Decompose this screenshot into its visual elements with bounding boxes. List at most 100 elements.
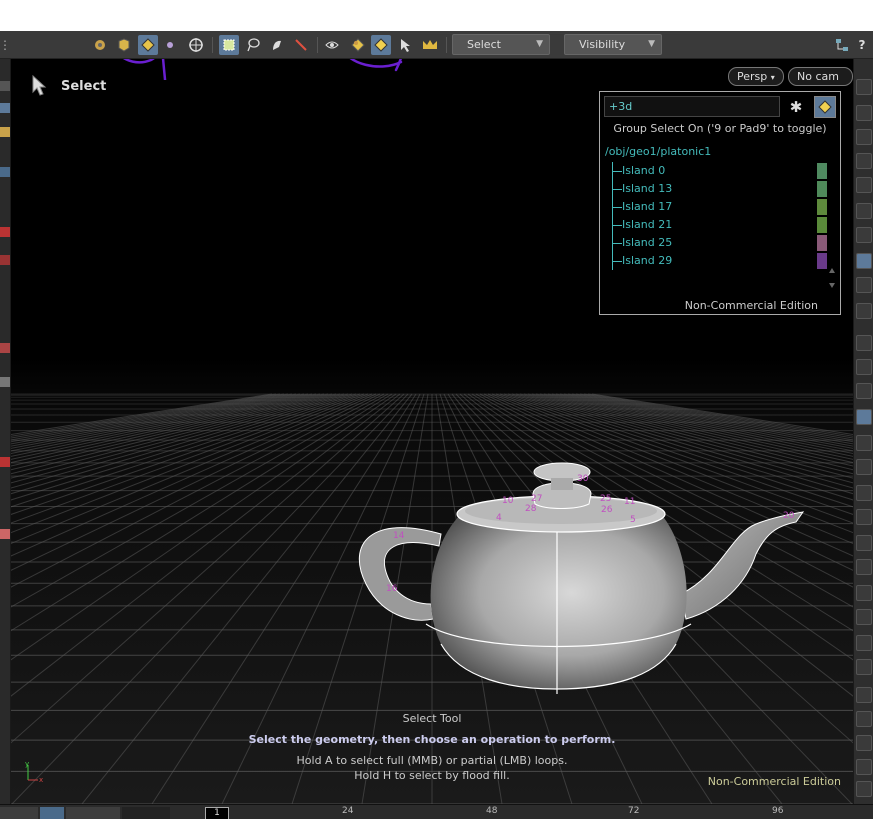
display-option-icon[interactable]: [856, 177, 872, 193]
island-number-label: 27: [531, 494, 542, 504]
island-label: Island 25: [622, 236, 673, 249]
display-option-icon[interactable]: [856, 635, 872, 651]
island-color-swatch: [817, 163, 827, 179]
right-display-strip: [853, 59, 873, 804]
display-option-icon[interactable]: [856, 383, 872, 399]
chevron-down-icon: ▼: [648, 39, 655, 49]
left-tool-icon[interactable]: [0, 255, 10, 265]
display-option-icon[interactable]: [856, 409, 872, 425]
camera-menu[interactable]: No cam ▾: [788, 67, 853, 99]
left-tool-icon[interactable]: [0, 343, 10, 353]
camera-view-menu[interactable]: Persp ▾: [728, 67, 784, 86]
display-option-icon[interactable]: [856, 711, 872, 727]
laser-select-icon[interactable]: [291, 35, 311, 55]
point-select-icon[interactable]: [160, 35, 180, 55]
display-option-icon[interactable]: [856, 735, 872, 751]
display-option-icon[interactable]: [856, 687, 872, 703]
crown-icon[interactable]: [420, 35, 440, 55]
visible-only-icon[interactable]: [322, 35, 342, 55]
display-option-icon[interactable]: [856, 253, 872, 269]
island-label: Island 21: [622, 218, 673, 231]
display-option-icon[interactable]: [856, 459, 872, 475]
display-option-icon[interactable]: [856, 79, 872, 95]
lasso-select-icon[interactable]: [243, 35, 263, 55]
display-option-icon[interactable]: [856, 105, 872, 121]
drag-handle-icon[interactable]: ⋮: [0, 35, 11, 55]
axes-indicator-icon: y x: [25, 760, 43, 783]
display-option-icon[interactable]: [856, 585, 872, 601]
timeline-button[interactable]: [66, 807, 120, 819]
top-toolbar: ⋮ Select ▼ Visibility ▼ ?: [0, 31, 873, 59]
visibility-dropdown[interactable]: Visibility ▼: [564, 34, 662, 55]
island-number-label: 26: [601, 505, 613, 515]
hint-title: Select Tool: [402, 712, 462, 725]
group-select-icon[interactable]: [371, 35, 391, 55]
left-tool-icon[interactable]: [0, 167, 10, 177]
left-tool-icon[interactable]: [0, 529, 10, 539]
box-select-icon[interactable]: [219, 35, 239, 55]
left-tool-icon[interactable]: [0, 377, 10, 387]
timeline-bar[interactable]: 1 24 48 72 96: [0, 804, 873, 819]
island-row[interactable]: Island 17: [612, 198, 838, 216]
island-color-swatch: [817, 217, 827, 233]
timeline-button[interactable]: [40, 807, 64, 819]
island-row[interactable]: Island 29: [612, 252, 838, 270]
left-tool-icon[interactable]: [0, 227, 10, 237]
island-number-label: 25: [600, 494, 611, 504]
display-option-icon[interactable]: [856, 559, 872, 575]
hierarchy-icon[interactable]: [832, 35, 852, 55]
timeline-button[interactable]: [122, 807, 170, 819]
group-type-button[interactable]: [814, 96, 836, 118]
display-option-icon[interactable]: [856, 485, 872, 501]
display-option-icon[interactable]: [856, 277, 872, 293]
display-option-icon[interactable]: [856, 609, 872, 625]
group-select-panel: +3d ✱ Group Select On ('9 or Pad9' to to…: [599, 91, 841, 315]
island-row[interactable]: Island 21: [612, 216, 838, 234]
primitive-select-icon[interactable]: [138, 35, 158, 55]
camera-view-label: Persp: [737, 70, 768, 83]
island-number-label: 28: [525, 504, 537, 514]
island-row[interactable]: Island 13: [612, 180, 838, 198]
geometry-path[interactable]: /obj/geo1/platonic1: [605, 145, 711, 158]
display-option-icon[interactable]: [856, 303, 872, 319]
hint-instruction: Select the geometry, then choose an oper…: [248, 733, 616, 746]
island-number-label: 5: [630, 515, 636, 525]
object-select-icon[interactable]: [90, 35, 110, 55]
tree-branch-icon: [612, 162, 622, 180]
3d-viewport[interactable]: Select Persp ▾ No cam ▾ +3d ✱ Group Sele…: [11, 59, 853, 804]
left-tool-icon[interactable]: [0, 103, 10, 113]
display-option-icon[interactable]: [856, 129, 872, 145]
teapot-model[interactable]: 30 10 27 25 11 28 26 4 5 14 16 20: [351, 454, 821, 714]
island-row[interactable]: Island 25: [612, 234, 838, 252]
display-option-icon[interactable]: [856, 335, 872, 351]
display-option-icon[interactable]: [856, 203, 872, 219]
brush-select-icon[interactable]: [267, 35, 287, 55]
top-blank-area: [0, 0, 873, 31]
display-option-icon[interactable]: [856, 227, 872, 243]
left-tool-icon[interactable]: [0, 457, 10, 467]
svg-text:x: x: [39, 776, 43, 783]
pick-cursor-icon[interactable]: [396, 35, 416, 55]
display-option-icon[interactable]: [856, 153, 872, 169]
display-option-icon[interactable]: [856, 359, 872, 375]
display-option-icon[interactable]: [856, 535, 872, 551]
island-row[interactable]: Island 0: [612, 162, 838, 180]
select-mode-dropdown[interactable]: Select ▼: [452, 34, 550, 55]
gear-icon[interactable]: ✱: [786, 97, 806, 117]
display-option-icon[interactable]: [856, 759, 872, 775]
display-option-icon[interactable]: [856, 435, 872, 451]
left-tool-icon[interactable]: [0, 127, 10, 137]
current-frame-field[interactable]: 1: [205, 807, 229, 819]
display-option-icon[interactable]: [856, 659, 872, 675]
display-option-icon[interactable]: [856, 509, 872, 525]
panel-scrollbar[interactable]: [829, 148, 835, 298]
display-option-icon[interactable]: [856, 781, 872, 797]
group-filter-input[interactable]: +3d: [604, 96, 780, 117]
timeline-button[interactable]: [0, 807, 38, 819]
help-icon[interactable]: ?: [852, 35, 872, 55]
left-tool-icon[interactable]: [0, 81, 10, 91]
island-number-label: 10: [502, 496, 514, 506]
contained-select-icon[interactable]: [348, 35, 368, 55]
pivot-icon[interactable]: [186, 35, 206, 55]
geometry-select-icon[interactable]: [114, 35, 134, 55]
